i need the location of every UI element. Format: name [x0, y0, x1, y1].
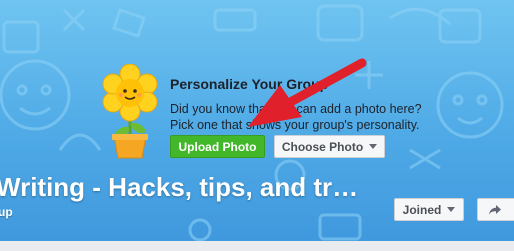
caret-down-icon: [369, 144, 378, 149]
choose-photo-label: Choose Photo: [281, 139, 364, 154]
upload-photo-button[interactable]: Upload Photo: [170, 135, 265, 158]
upload-photo-label: Upload Photo: [178, 139, 257, 154]
share-button[interactable]: [477, 198, 514, 221]
choose-photo-button[interactable]: Choose Photo: [274, 135, 385, 158]
joined-button[interactable]: Joined: [394, 198, 464, 221]
flower-icon: [102, 64, 158, 159]
share-arrow-icon: [489, 204, 501, 215]
joined-label: Joined: [402, 202, 442, 217]
annotation-arrow-icon: [248, 58, 367, 127]
cover-bottom-bar: [0, 241, 514, 251]
group-subtitle: up: [0, 205, 13, 219]
group-title: Writing - Hacks, tips, and tr…: [0, 172, 359, 202]
caret-down-icon: [447, 207, 456, 212]
